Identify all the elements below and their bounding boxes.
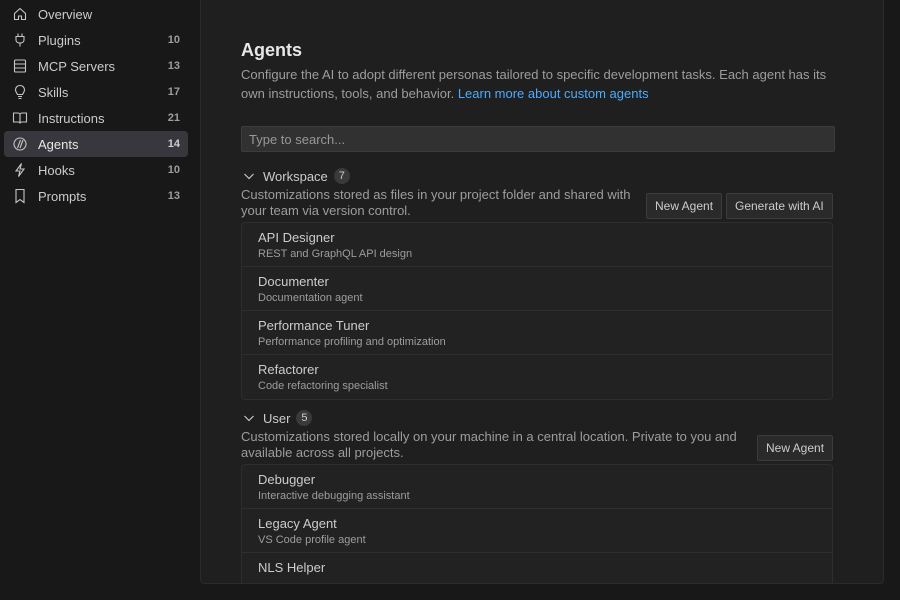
agent-description: Performance profiling and optimization <box>258 336 446 348</box>
agent-list-item[interactable]: Refactorer Code refactoring specialist <box>242 355 832 399</box>
section-title: Workspace <box>263 168 328 184</box>
sidebar-item-prompts[interactable]: Prompts 13 <box>4 183 188 209</box>
search-input[interactable] <box>241 126 835 152</box>
sidebar-item-count: 14 <box>167 138 180 150</box>
sidebar: Overview Plugins 10 MCP Servers 13 Skill… <box>0 0 196 600</box>
sidebar-item-label: Agents <box>38 137 79 152</box>
agents-panel: Agents Configure the AI to adopt differe… <box>200 0 884 584</box>
sidebar-item-count: 21 <box>167 112 180 124</box>
agent-name: Debugger <box>258 472 316 487</box>
sidebar-item-hooks[interactable]: Hooks 10 <box>4 157 188 183</box>
new-agent-button[interactable]: New Agent <box>757 435 834 461</box>
agent-description: Code refactoring specialist <box>258 380 388 392</box>
learn-more-link[interactable]: Learn more about custom agents <box>458 86 649 101</box>
chevron-down-icon <box>244 415 254 422</box>
agent-description: REST and GraphQL API design <box>258 248 413 260</box>
agent-name: NLS Helper <box>258 560 326 575</box>
agent-description: Documentation agent <box>258 292 363 304</box>
chevron-down-icon <box>244 173 254 180</box>
sidebar-item-count: 10 <box>167 164 180 176</box>
book-icon <box>12 110 28 126</box>
agent-list-item[interactable]: Legacy Agent VS Code profile agent <box>242 509 832 553</box>
sidebar-item-label: Skills <box>38 85 69 100</box>
count-badge: 5 <box>296 410 313 426</box>
agent-list-item[interactable]: Performance Tuner Performance profiling … <box>242 311 832 355</box>
sidebar-item-label: Plugins <box>38 33 81 48</box>
lightning-icon <box>12 162 28 178</box>
agent-name: Legacy Agent <box>258 516 337 531</box>
lightbulb-icon <box>12 84 28 100</box>
sidebar-item-label: Prompts <box>38 189 87 204</box>
count-badge: 7 <box>333 168 350 184</box>
workspace-agent-list: API Designer REST and GraphQL API design… <box>241 222 833 400</box>
agent-list-item[interactable]: Documenter Documentation agent <box>242 267 832 311</box>
sidebar-item-count: 17 <box>167 86 180 98</box>
page-title: Agents <box>241 40 303 60</box>
agent-name: API Designer <box>258 230 335 245</box>
user-agent-list: Debugger Interactive debugging assistant… <box>241 464 833 583</box>
agent-description: VS Code profile agent <box>258 534 366 546</box>
workspace-section-description: Customizations stored as files in your p… <box>241 187 631 218</box>
agent-icon <box>12 136 28 152</box>
sidebar-item-skills[interactable]: Skills 17 <box>4 79 188 105</box>
new-agent-button[interactable]: New Agent <box>646 193 723 219</box>
sidebar-item-label: MCP Servers <box>38 59 116 74</box>
sidebar-item-label: Hooks <box>38 163 75 178</box>
agent-name: Performance Tuner <box>258 318 370 333</box>
sidebar-item-count: 13 <box>167 60 180 72</box>
sidebar-item-label: Overview <box>38 7 93 22</box>
agent-list-item[interactable]: API Designer REST and GraphQL API design <box>242 223 832 267</box>
agent-name: Refactorer <box>258 362 319 377</box>
sidebar-item-overview[interactable]: Overview <box>4 1 188 27</box>
sidebar-item-label: Instructions <box>38 111 105 126</box>
sidebar-item-count: 10 <box>167 34 180 46</box>
section-title: User <box>263 410 291 426</box>
sidebar-item-mcp-servers[interactable]: MCP Servers 13 <box>4 53 188 79</box>
home-icon <box>12 6 28 22</box>
user-section-header[interactable]: User 5 <box>241 409 313 427</box>
plug-icon <box>12 32 28 48</box>
agent-list-item[interactable]: NLS Helper <box>242 553 832 583</box>
server-icon <box>12 58 28 74</box>
workspace-section-header[interactable]: Workspace 7 <box>241 167 350 185</box>
bookmark-icon <box>12 188 28 204</box>
sidebar-item-plugins[interactable]: Plugins 10 <box>4 27 188 53</box>
page-description: Configure the AI to adopt different pers… <box>241 65 841 103</box>
sidebar-item-agents[interactable]: Agents 14 <box>4 131 188 157</box>
generate-with-ai-button[interactable]: Generate with AI <box>726 193 833 219</box>
sidebar-item-count: 13 <box>167 190 180 202</box>
agent-description: Interactive debugging assistant <box>258 490 410 502</box>
user-section-description: Customizations stored locally on your ma… <box>241 429 737 460</box>
agent-list-item[interactable]: Debugger Interactive debugging assistant <box>242 465 832 509</box>
agent-name: Documenter <box>258 274 329 289</box>
sidebar-item-instructions[interactable]: Instructions 21 <box>4 105 188 131</box>
